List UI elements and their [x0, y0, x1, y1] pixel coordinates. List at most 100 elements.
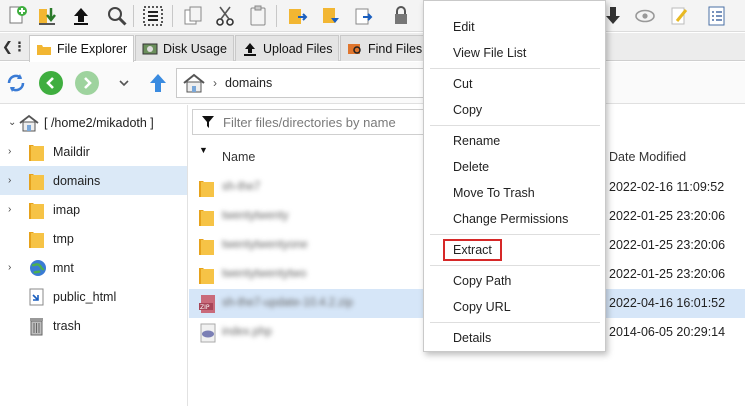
svg-text:ZIP: ZIP [200, 304, 210, 311]
zip-file-icon: ZIP [198, 294, 215, 314]
menu-separator [430, 322, 600, 323]
copy-icon[interactable] [180, 3, 206, 29]
tab-file-explorer[interactable]: File Explorer [29, 35, 135, 62]
menu-item-label: Extract [443, 239, 502, 261]
history-dropdown-icon[interactable] [112, 71, 136, 95]
tab-scroll-icon[interactable]: ❮⋮ [2, 39, 26, 55]
trash-icon [28, 316, 45, 336]
filter-icon [201, 115, 215, 129]
menu-item-label: Change Permissions [453, 212, 569, 226]
tab-label: Find Files [368, 41, 423, 56]
menu-item-delete[interactable]: Delete [424, 154, 605, 180]
file-name: twentytwentytwo [222, 268, 307, 280]
menu-item-label: Cut [453, 77, 473, 91]
file-name: index.php [222, 326, 272, 338]
folder-icon [198, 207, 215, 227]
menu-item-details[interactable]: Details [424, 325, 605, 351]
home-icon[interactable] [181, 72, 207, 94]
expand-icon[interactable]: › [8, 175, 18, 186]
folder-icon [28, 142, 45, 162]
expand-icon[interactable]: › [8, 204, 18, 215]
menu-item-copy[interactable]: Copy [424, 97, 605, 123]
edit-icon[interactable] [666, 3, 692, 29]
folder-icon [28, 200, 45, 220]
tree-root-label: [ /home2/mikadoth ] [44, 115, 154, 130]
file-name: twentytwentyone [222, 239, 308, 251]
menu-item-rename[interactable]: Rename [424, 128, 605, 154]
menu-item-label: Edit [453, 20, 475, 34]
tree-item[interactable]: › Maildir [0, 137, 187, 166]
tree-item-label: public_html [53, 289, 117, 304]
tree-item[interactable]: › mnt [0, 253, 187, 282]
menu-separator [430, 125, 600, 126]
directory-tree: ⌄ [ /home2/mikadoth ] › Maildir › domains › i… [0, 105, 188, 406]
move-icon[interactable] [284, 3, 310, 29]
rename-icon[interactable] [350, 3, 376, 29]
menu-item-move-to-trash[interactable]: Move To Trash [424, 180, 605, 206]
refresh-icon[interactable] [4, 71, 28, 95]
sort-icon[interactable]: ▼ [199, 145, 208, 155]
path-bar[interactable]: › domains [176, 68, 436, 98]
tree-item[interactable]: › domains [0, 166, 187, 195]
date-column-header[interactable]: Date Modified [609, 150, 686, 164]
tab-label: File Explorer [57, 42, 128, 56]
upload-icon [242, 42, 258, 56]
tree-item-label: trash [53, 318, 81, 333]
file-date: 2022-01-25 23:20:06 [609, 267, 726, 281]
navigation-bar: › domains [0, 62, 745, 104]
menu-item-cut[interactable]: Cut [424, 71, 605, 97]
menu-item-copy-url[interactable]: Copy URL [424, 294, 605, 320]
cut-icon[interactable] [212, 3, 238, 29]
tab-upload-files[interactable]: Upload Files [235, 35, 340, 61]
view-icon[interactable] [632, 3, 658, 29]
tab-find-files[interactable]: Find Files [340, 35, 430, 61]
tree-item-label: domains [53, 173, 101, 188]
tab-label: Upload Files [263, 41, 333, 56]
disk-usage-icon [142, 42, 158, 56]
file-name: twentytwenty [222, 210, 289, 222]
tab-disk-usage[interactable]: Disk Usage [135, 35, 234, 61]
tree-item-label: imap [53, 202, 81, 217]
menu-item-edit[interactable]: Edit [424, 14, 605, 40]
up-level-icon[interactable] [146, 71, 170, 95]
menu-item-copy-path[interactable]: Copy Path [424, 268, 605, 294]
collapse-icon[interactable]: ⌄ [8, 117, 18, 128]
forward-button[interactable] [75, 71, 99, 95]
tree-item[interactable]: tmp [0, 224, 187, 253]
file-date: 2022-01-25 23:20:06 [609, 238, 726, 252]
tree-item-label: tmp [53, 231, 74, 246]
menu-separator [430, 234, 600, 235]
tree-item[interactable]: public_html [0, 282, 187, 311]
expand-icon[interactable]: › [8, 146, 18, 157]
search-icon[interactable] [104, 3, 130, 29]
menu-separator [430, 265, 600, 266]
name-column-header[interactable]: Name [222, 150, 255, 164]
menu-separator [430, 68, 600, 69]
tree-root[interactable]: ⌄ [ /home2/mikadoth ] [0, 108, 187, 137]
folder-icon [198, 178, 215, 198]
download-icon[interactable] [34, 3, 60, 29]
menu-item-view-file-list[interactable]: View File List [424, 40, 605, 66]
tree-item[interactable]: › imap [0, 195, 187, 224]
find-files-icon [347, 42, 363, 56]
menu-item-extract[interactable]: Extract [424, 237, 605, 263]
breadcrumb-separator-icon: › [213, 76, 217, 90]
menu-item-change-permissions[interactable]: Change Permissions [424, 206, 605, 232]
back-button[interactable] [39, 71, 63, 95]
select-all-icon[interactable] [140, 3, 166, 29]
copy-to-icon[interactable] [318, 3, 344, 29]
upload-icon[interactable] [68, 3, 94, 29]
tree-item[interactable]: trash [0, 311, 187, 340]
file-name: sh-the7-update-10.4.2.zip [222, 297, 354, 309]
permissions-icon[interactable] [388, 3, 414, 29]
paste-icon[interactable] [245, 3, 271, 29]
php-file-icon [198, 323, 216, 343]
file-date: 2022-02-16 11:09:52 [609, 180, 725, 194]
checklist-icon[interactable] [704, 3, 730, 29]
web-folder-icon [28, 287, 45, 307]
home-icon [18, 113, 39, 133]
breadcrumb-segment[interactable]: domains [225, 76, 272, 90]
expand-icon[interactable]: › [8, 262, 18, 273]
folder-icon [198, 236, 215, 256]
new-file-icon[interactable] [4, 3, 30, 29]
